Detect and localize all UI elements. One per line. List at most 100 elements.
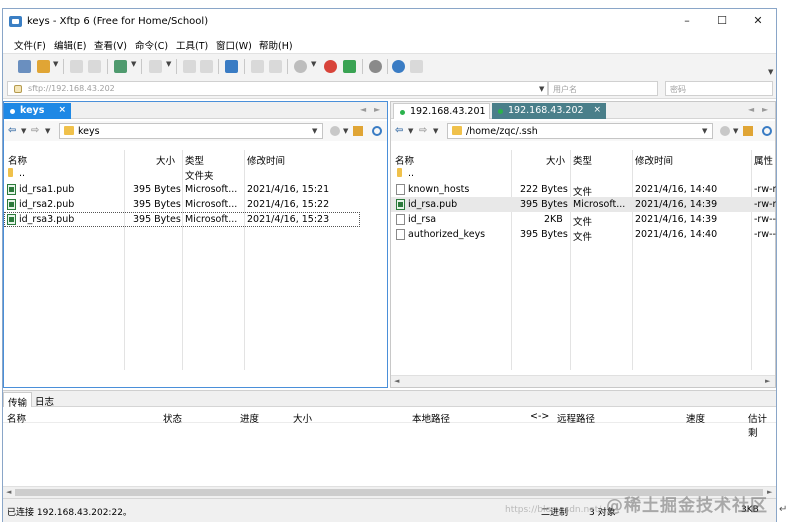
- path-dropdown-icon[interactable]: ▼: [312, 127, 317, 135]
- disconnect-icon[interactable]: [88, 60, 101, 73]
- menu-edit[interactable]: 编辑(E): [54, 38, 86, 52]
- xshell-icon[interactable]: [324, 60, 337, 73]
- tab-log[interactable]: 日志: [31, 392, 58, 408]
- layout-dropdown-icon[interactable]: ▼: [166, 60, 171, 68]
- maximize-button[interactable]: ☐: [715, 14, 729, 28]
- menu-window[interactable]: 窗口(W): [216, 38, 252, 52]
- file-row-parent[interactable]: ..: [391, 166, 775, 181]
- scroll-left-icon[interactable]: ◄: [6, 488, 11, 496]
- print-icon[interactable]: [251, 60, 264, 73]
- transfer-column-progress[interactable]: 进度: [240, 411, 259, 425]
- favorites-icon[interactable]: [330, 126, 340, 136]
- forward-dropdown-icon[interactable]: ▼: [433, 127, 438, 135]
- home-icon[interactable]: [353, 126, 363, 136]
- back-dropdown-icon[interactable]: ▼: [21, 127, 26, 135]
- tab-host-202[interactable]: 192.168.43.202 ×: [492, 103, 606, 119]
- copy-icon[interactable]: [183, 60, 196, 73]
- title-bar: keys - Xftp 6 (Free for Home/School) – ☐…: [3, 9, 776, 35]
- open-dropdown-icon[interactable]: ▼: [53, 60, 58, 68]
- tab-scroll-left-icon[interactable]: ◄: [748, 105, 754, 114]
- help-icon[interactable]: [392, 60, 405, 73]
- menu-help[interactable]: 帮助(H): [259, 38, 293, 52]
- file-row[interactable]: id_rsa3.pub 395 Bytes Microsoft... 2021/…: [4, 212, 360, 227]
- column-size[interactable]: 大小: [546, 153, 565, 167]
- tab-keys[interactable]: keys ×: [4, 103, 71, 119]
- address-dropdown-icon[interactable]: ▼: [539, 85, 544, 93]
- connect-icon[interactable]: [70, 60, 83, 73]
- refresh-icon[interactable]: [372, 126, 382, 136]
- new-tab-dropdown-icon[interactable]: ▼: [131, 60, 136, 68]
- forward-icon[interactable]: ⇨: [31, 125, 39, 136]
- transfer-column-status[interactable]: 状态: [163, 411, 182, 425]
- column-type[interactable]: 类型: [185, 153, 204, 167]
- remote-path-input[interactable]: /home/zqc/.ssh ▼: [447, 123, 713, 139]
- paste-icon[interactable]: [200, 60, 213, 73]
- globe-dropdown-icon[interactable]: ▼: [311, 60, 316, 68]
- file-row-selected[interactable]: id_rsa.pub 395 Bytes Microsoft... 2021/4…: [391, 197, 776, 212]
- transfer-column-eta[interactable]: 估计剩: [748, 411, 776, 439]
- menu-file[interactable]: 文件(F): [14, 38, 46, 52]
- password-field[interactable]: 密码: [665, 81, 773, 96]
- file-row-parent[interactable]: .. 文件夹: [4, 166, 387, 182]
- column-modified[interactable]: 修改时间: [247, 153, 285, 167]
- back-icon[interactable]: ⇦: [8, 125, 16, 136]
- transfer-column-speed[interactable]: 速度: [686, 411, 705, 425]
- file-row[interactable]: id_rsa2.pub 395 Bytes Microsoft... 2021/…: [4, 197, 387, 212]
- file-row[interactable]: authorized_keys 395 Bytes 文件 2021/4/16, …: [391, 227, 776, 243]
- tab-scroll-right-icon[interactable]: ►: [762, 105, 768, 114]
- xftp-icon[interactable]: [343, 60, 356, 73]
- globe-icon[interactable]: [294, 60, 307, 73]
- new-tab-icon[interactable]: [114, 60, 127, 73]
- forward-icon[interactable]: ⇨: [419, 125, 427, 136]
- toolbar-overflow-icon[interactable]: ▼: [768, 68, 773, 76]
- settings-icon[interactable]: [369, 60, 382, 73]
- scroll-right-icon[interactable]: ►: [765, 377, 770, 385]
- remote-horizontal-scrollbar[interactable]: ◄ ►: [391, 375, 775, 387]
- open-folder-icon[interactable]: [37, 60, 50, 73]
- username-field[interactable]: 用户名: [548, 81, 658, 96]
- file-row[interactable]: id_rsa 2KB 文件 2021/4/16, 14:39 -rw---: [391, 212, 776, 228]
- minimize-button[interactable]: –: [680, 14, 694, 28]
- column-name[interactable]: 名称: [8, 153, 27, 167]
- column-modified[interactable]: 修改时间: [635, 153, 673, 167]
- transfer-column-direction[interactable]: <->: [530, 411, 549, 422]
- transfer-column-remote-path[interactable]: 远程路径: [557, 411, 595, 425]
- file-row[interactable]: id_rsa1.pub 395 Bytes Microsoft... 2021/…: [4, 182, 387, 197]
- column-name[interactable]: 名称: [395, 153, 414, 167]
- favorites-dropdown-icon[interactable]: ▼: [343, 127, 348, 135]
- column-attributes[interactable]: 属性: [754, 153, 773, 167]
- path-dropdown-icon[interactable]: ▼: [702, 127, 707, 135]
- file-size: 395 Bytes: [133, 199, 181, 210]
- column-size[interactable]: 大小: [156, 153, 175, 167]
- chat-icon[interactable]: [410, 60, 423, 73]
- refresh-icon[interactable]: [762, 126, 772, 136]
- properties-icon[interactable]: [269, 60, 282, 73]
- new-session-icon[interactable]: [18, 60, 31, 73]
- menu-tools[interactable]: 工具(T): [176, 38, 208, 52]
- transfer-column-local-path[interactable]: 本地路径: [412, 411, 450, 425]
- favorites-icon[interactable]: [720, 126, 730, 136]
- home-icon[interactable]: [743, 126, 753, 136]
- transfer-column-name[interactable]: 名称: [7, 411, 26, 425]
- local-path-input[interactable]: keys ▼: [59, 123, 323, 139]
- menu-command[interactable]: 命令(C): [135, 38, 168, 52]
- forward-dropdown-icon[interactable]: ▼: [45, 127, 50, 135]
- close-tab-icon[interactable]: ×: [593, 105, 601, 115]
- close-tab-icon[interactable]: ×: [58, 105, 66, 115]
- tab-scroll-right-icon[interactable]: ►: [374, 105, 380, 114]
- file-row[interactable]: known_hosts 222 Bytes 文件 2021/4/16, 14:4…: [391, 182, 776, 198]
- back-icon[interactable]: ⇦: [395, 125, 403, 136]
- scroll-left-icon[interactable]: ◄: [394, 377, 399, 385]
- column-type[interactable]: 类型: [573, 153, 592, 167]
- tab-host-201[interactable]: 192.168.43.201: [393, 103, 490, 119]
- sync-icon[interactable]: [225, 60, 238, 73]
- tab-transfer[interactable]: 传输: [3, 392, 33, 409]
- favorites-dropdown-icon[interactable]: ▼: [733, 127, 738, 135]
- host-address-input[interactable]: sftp://192.168.43.202 ▼: [7, 81, 548, 96]
- layout-icon[interactable]: [149, 60, 162, 73]
- menu-view[interactable]: 查看(V): [94, 38, 127, 52]
- back-dropdown-icon[interactable]: ▼: [408, 127, 413, 135]
- transfer-column-size[interactable]: 大小: [293, 411, 312, 425]
- close-button[interactable]: ✕: [751, 14, 765, 28]
- tab-scroll-left-icon[interactable]: ◄: [360, 105, 366, 114]
